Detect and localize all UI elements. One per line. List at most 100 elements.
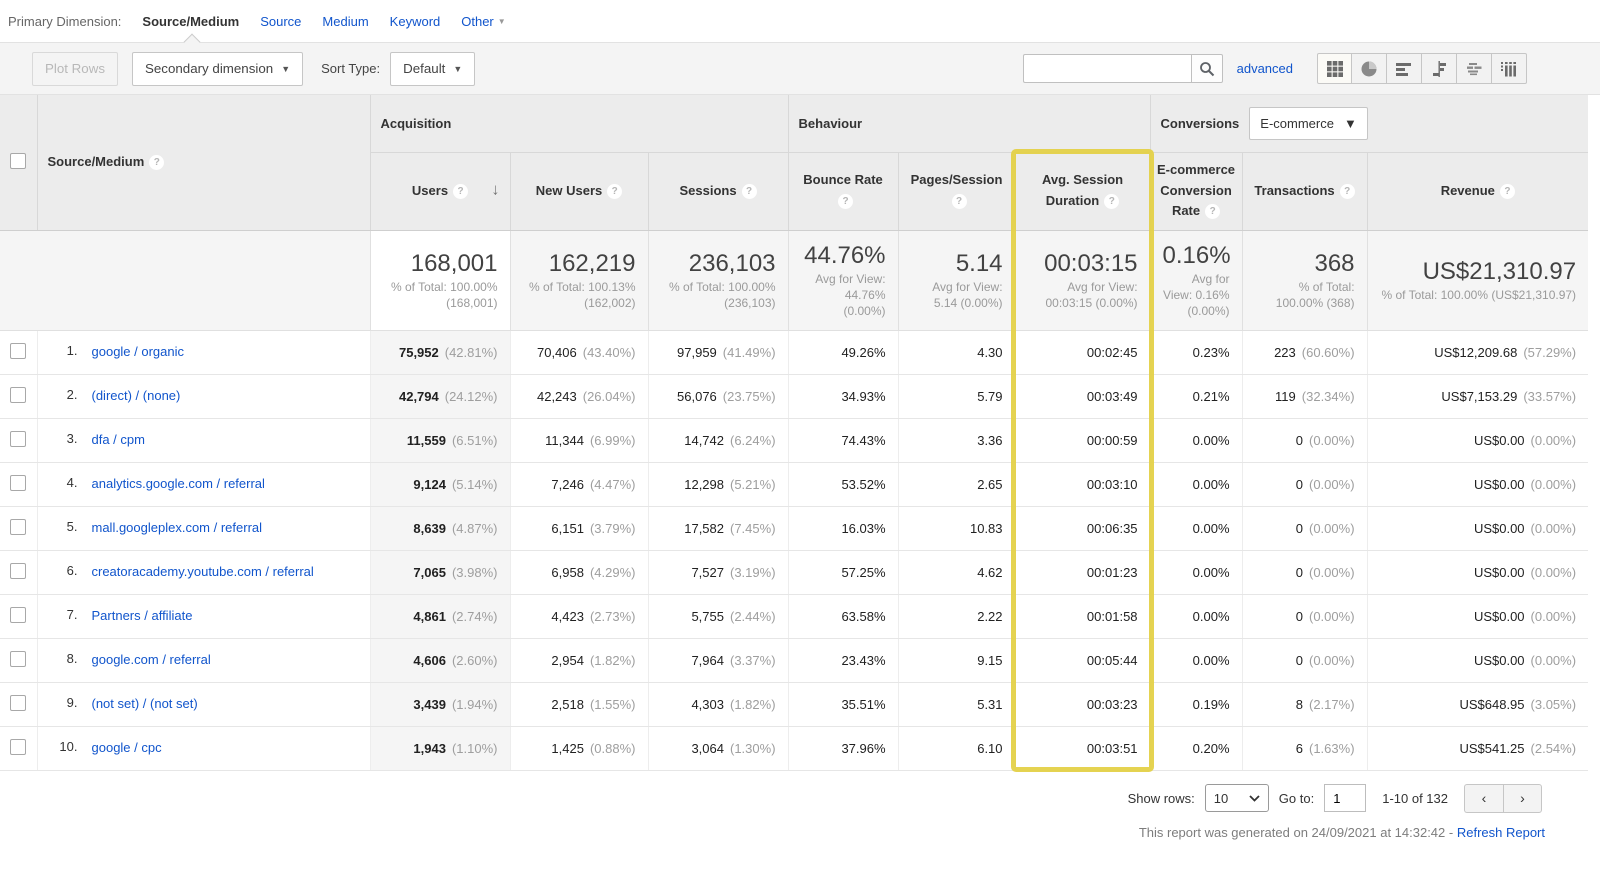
- cell-avg-session-duration: 00:01:58: [1014, 594, 1151, 639]
- source-medium-link[interactable]: Partners / affiliate: [92, 607, 193, 626]
- search-button[interactable]: [1190, 54, 1223, 83]
- source-medium-link[interactable]: google / cpc: [92, 739, 162, 758]
- row-range-text: 1-10 of 132: [1382, 790, 1448, 806]
- secondary-dimension-button[interactable]: Secondary dimension ▼: [132, 51, 304, 86]
- help-icon[interactable]: ?: [1104, 194, 1120, 209]
- row-checkbox[interactable]: [10, 650, 27, 667]
- source-medium-link[interactable]: (direct) / (none): [92, 387, 181, 406]
- help-icon[interactable]: ?: [149, 155, 165, 171]
- header-bounce-rate[interactable]: Bounce Rate?: [787, 152, 899, 231]
- goto-page-input[interactable]: [1324, 784, 1367, 812]
- term-cloud-icon[interactable]: [1457, 53, 1492, 84]
- refresh-report-link[interactable]: Refresh Report: [1457, 825, 1545, 840]
- cell-users: 11,559 (6.51%): [369, 418, 510, 463]
- help-icon[interactable]: ?: [951, 194, 967, 209]
- plot-rows-button[interactable]: Plot Rows: [32, 51, 118, 86]
- source-medium-link[interactable]: mall.googleplex.com / referral: [92, 519, 263, 538]
- cell-users: 3,439 (1.94%): [369, 682, 510, 727]
- total-new-users: 162,219% of Total: 100.13% (162,002): [509, 230, 648, 331]
- cell-ecommerce-conversion-rate: 0.20%: [1149, 726, 1243, 771]
- help-icon[interactable]: ?: [607, 183, 623, 199]
- header-new-users[interactable]: New Users?: [509, 152, 648, 231]
- sort-type-button[interactable]: Default ▼: [390, 51, 476, 86]
- row-checkbox[interactable]: [10, 342, 27, 359]
- cell-ecommerce-conversion-rate: 0.23%: [1149, 330, 1243, 375]
- header-transactions[interactable]: Transactions?: [1241, 152, 1368, 231]
- help-icon[interactable]: ?: [1205, 204, 1221, 220]
- header-source-medium[interactable]: Source/Medium?: [37, 95, 370, 231]
- select-all-checkbox[interactable]: [10, 152, 26, 169]
- cell-revenue: US$0.00 (0.00%): [1366, 418, 1589, 463]
- dimension-link-other[interactable]: Other ▼: [461, 14, 505, 29]
- cell-avg-session-duration: 00:03:49: [1014, 374, 1151, 419]
- row-checkbox[interactable]: [10, 518, 27, 535]
- cell-ecommerce-conversion-rate: 0.00%: [1149, 638, 1243, 683]
- row-number: 10.: [59, 738, 78, 754]
- cell-bounce-rate: 74.43%: [787, 418, 899, 463]
- source-medium-link[interactable]: (not set) / (not set): [92, 695, 198, 714]
- row-checkbox[interactable]: [10, 738, 27, 755]
- row-number: 7.: [66, 606, 78, 622]
- dimension-link-medium[interactable]: Medium: [322, 14, 368, 29]
- header-sessions[interactable]: Sessions?: [647, 152, 789, 231]
- source-medium-link[interactable]: dfa / cpm: [92, 431, 145, 450]
- row-checkbox[interactable]: [10, 474, 27, 491]
- primary-dimension-selected[interactable]: Source/Medium: [142, 14, 239, 29]
- help-icon[interactable]: ?: [1339, 183, 1355, 199]
- header-avg-session-duration[interactable]: Avg. Session Duration?: [1014, 152, 1151, 231]
- help-icon[interactable]: ?: [453, 183, 469, 199]
- cell-avg-session-duration: 00:06:35: [1014, 506, 1151, 551]
- dimension-link-source[interactable]: Source: [260, 14, 301, 29]
- cell-pages-session: 10.83: [897, 506, 1016, 551]
- source-medium-link[interactable]: analytics.google.com / referral: [92, 475, 265, 494]
- search-input[interactable]: [1022, 54, 1191, 83]
- cell-new-users: 4,423 (2.73%): [509, 594, 648, 639]
- header-revenue[interactable]: Revenue?: [1366, 152, 1589, 231]
- chevron-down-icon: ▼: [497, 16, 506, 26]
- percentage-view-icon[interactable]: [1352, 53, 1387, 84]
- table-row: 3. dfa / cpm 11,559 (6.51%) 11,344 (6.99%)…: [0, 418, 1589, 463]
- performance-view-icon[interactable]: [1387, 53, 1422, 84]
- cell-ecommerce-conversion-rate: 0.00%: [1149, 418, 1243, 463]
- source-medium-link[interactable]: google / organic: [92, 343, 185, 362]
- search-icon: [1199, 61, 1214, 76]
- cell-sessions: 14,742 (6.24%): [647, 418, 789, 463]
- help-icon[interactable]: ?: [1499, 183, 1515, 199]
- dimension-link-keyword[interactable]: Keyword: [390, 14, 441, 29]
- report-generated-line: This report was generated on 24/09/2021 …: [0, 813, 1600, 840]
- cell-sessions: 97,959 (41.49%): [647, 330, 789, 375]
- help-icon[interactable]: ?: [838, 194, 854, 209]
- source-medium-link[interactable]: google.com / referral: [92, 651, 211, 670]
- pivot-view-icon[interactable]: [1492, 53, 1527, 84]
- row-checkbox[interactable]: [10, 386, 27, 403]
- cell-avg-session-duration: 00:05:44: [1014, 638, 1151, 683]
- total-sessions: 236,103% of Total: 100.00% (236,103): [647, 230, 789, 331]
- cell-pages-session: 3.36: [897, 418, 1016, 463]
- show-rows-select[interactable]: 10: [1204, 784, 1269, 812]
- table-row: 7. Partners / affiliate 4,861 (2.74%) 4,4…: [0, 594, 1589, 639]
- advanced-search-link[interactable]: advanced: [1237, 61, 1293, 76]
- row-checkbox[interactable]: [10, 694, 27, 711]
- row-number: 5.: [66, 518, 78, 534]
- previous-page-button[interactable]: ‹: [1464, 783, 1503, 813]
- row-checkbox[interactable]: [10, 430, 27, 447]
- header-ecommerce-conversion-rate[interactable]: E-commerce Conversion Rate?: [1149, 152, 1243, 231]
- comparison-view-icon[interactable]: [1422, 53, 1457, 84]
- header-users[interactable]: Users? ↓: [369, 152, 510, 231]
- next-page-button[interactable]: ›: [1503, 783, 1542, 813]
- table-view-icon[interactable]: [1317, 53, 1352, 84]
- cell-users: 8,639 (4.87%): [369, 506, 510, 551]
- row-checkbox[interactable]: [10, 606, 27, 623]
- header-pages-session[interactable]: Pages/Session?: [897, 152, 1016, 231]
- row-checkbox[interactable]: [10, 562, 27, 579]
- conversions-goal-selector[interactable]: E-commerce ▼: [1249, 106, 1368, 140]
- table-row: 10. google / cpc 1,943 (1.10%) 1,425 (0.88…: [0, 726, 1589, 771]
- cell-pages-session: 9.15: [897, 638, 1016, 683]
- help-icon[interactable]: ?: [741, 183, 757, 199]
- source-medium-link[interactable]: creatoracademy.youtube.com / referral: [92, 563, 314, 582]
- cell-users: 9,124 (5.14%): [369, 462, 510, 507]
- cell-avg-session-duration: 00:03:51: [1014, 726, 1151, 771]
- chevron-down-icon: [1249, 794, 1260, 802]
- source-medium-header-label: Source/Medium: [47, 154, 145, 170]
- cell-bounce-rate: 63.58%: [787, 594, 899, 639]
